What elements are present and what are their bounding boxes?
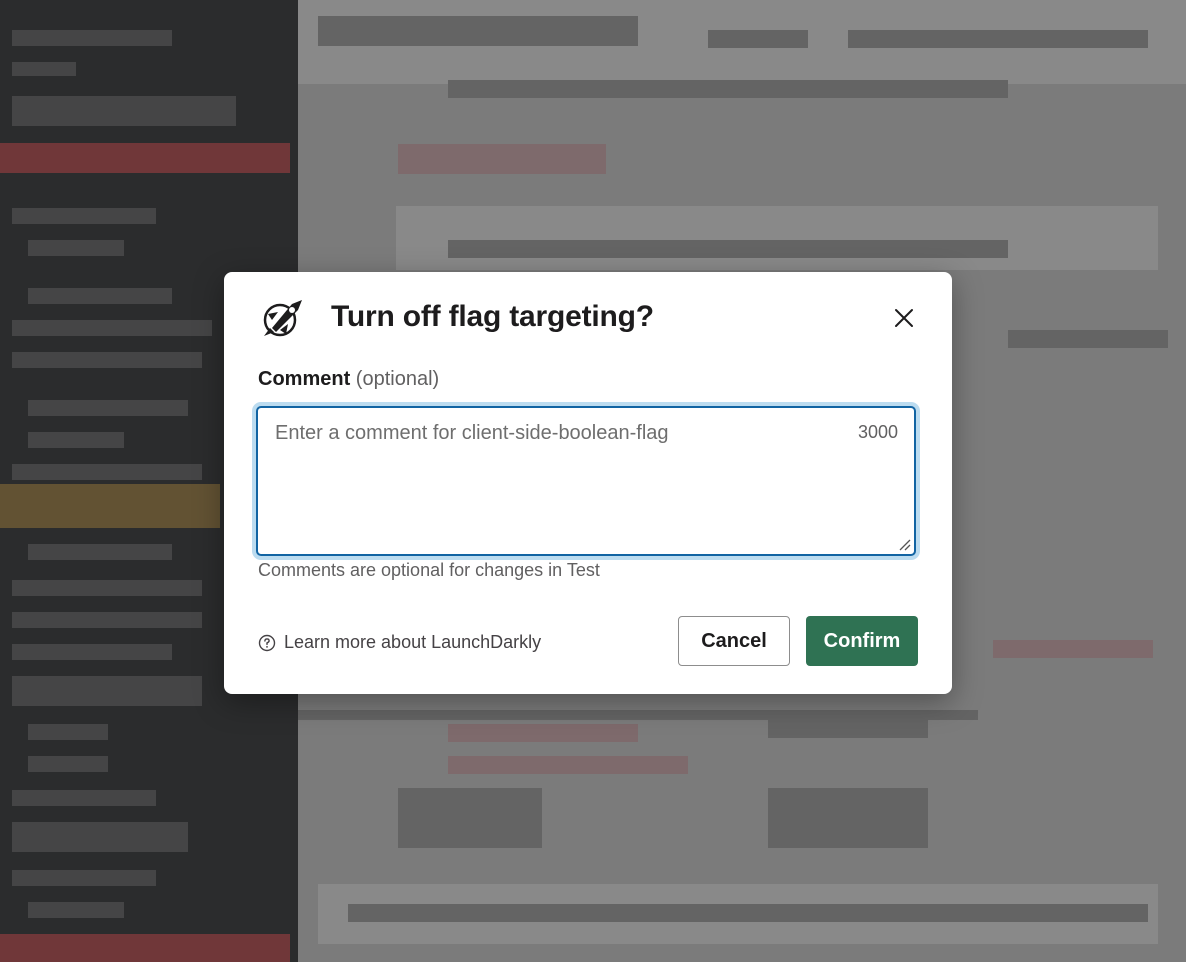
learn-more-text: Learn more about LaunchDarkly bbox=[284, 632, 542, 652]
comment-optional-text: (optional) bbox=[355, 368, 440, 390]
comment-label-text: Comment bbox=[258, 368, 351, 390]
confirm-button[interactable]: Confirm bbox=[806, 616, 918, 666]
resize-handle-icon[interactable] bbox=[896, 536, 912, 552]
close-button[interactable] bbox=[888, 302, 920, 334]
comment-label: Comment (optional) bbox=[258, 368, 439, 391]
comment-textarea[interactable] bbox=[258, 408, 914, 554]
cancel-button[interactable]: Cancel bbox=[678, 616, 790, 666]
question-circle-icon bbox=[258, 634, 276, 651]
comment-field-container: 3000 bbox=[256, 406, 916, 556]
confirm-dialog: Turn off flag targeting? Comment (option… bbox=[224, 272, 952, 694]
close-icon bbox=[895, 309, 913, 327]
comment-hint: Comments are optional for changes in Tes… bbox=[258, 560, 600, 580]
launchdarkly-rocket-logo bbox=[263, 300, 302, 337]
character-counter: 3000 bbox=[857, 422, 898, 442]
dialog-title: Turn off flag targeting? bbox=[331, 300, 654, 333]
learn-more-link[interactable]: Learn more about LaunchDarkly bbox=[258, 632, 541, 653]
